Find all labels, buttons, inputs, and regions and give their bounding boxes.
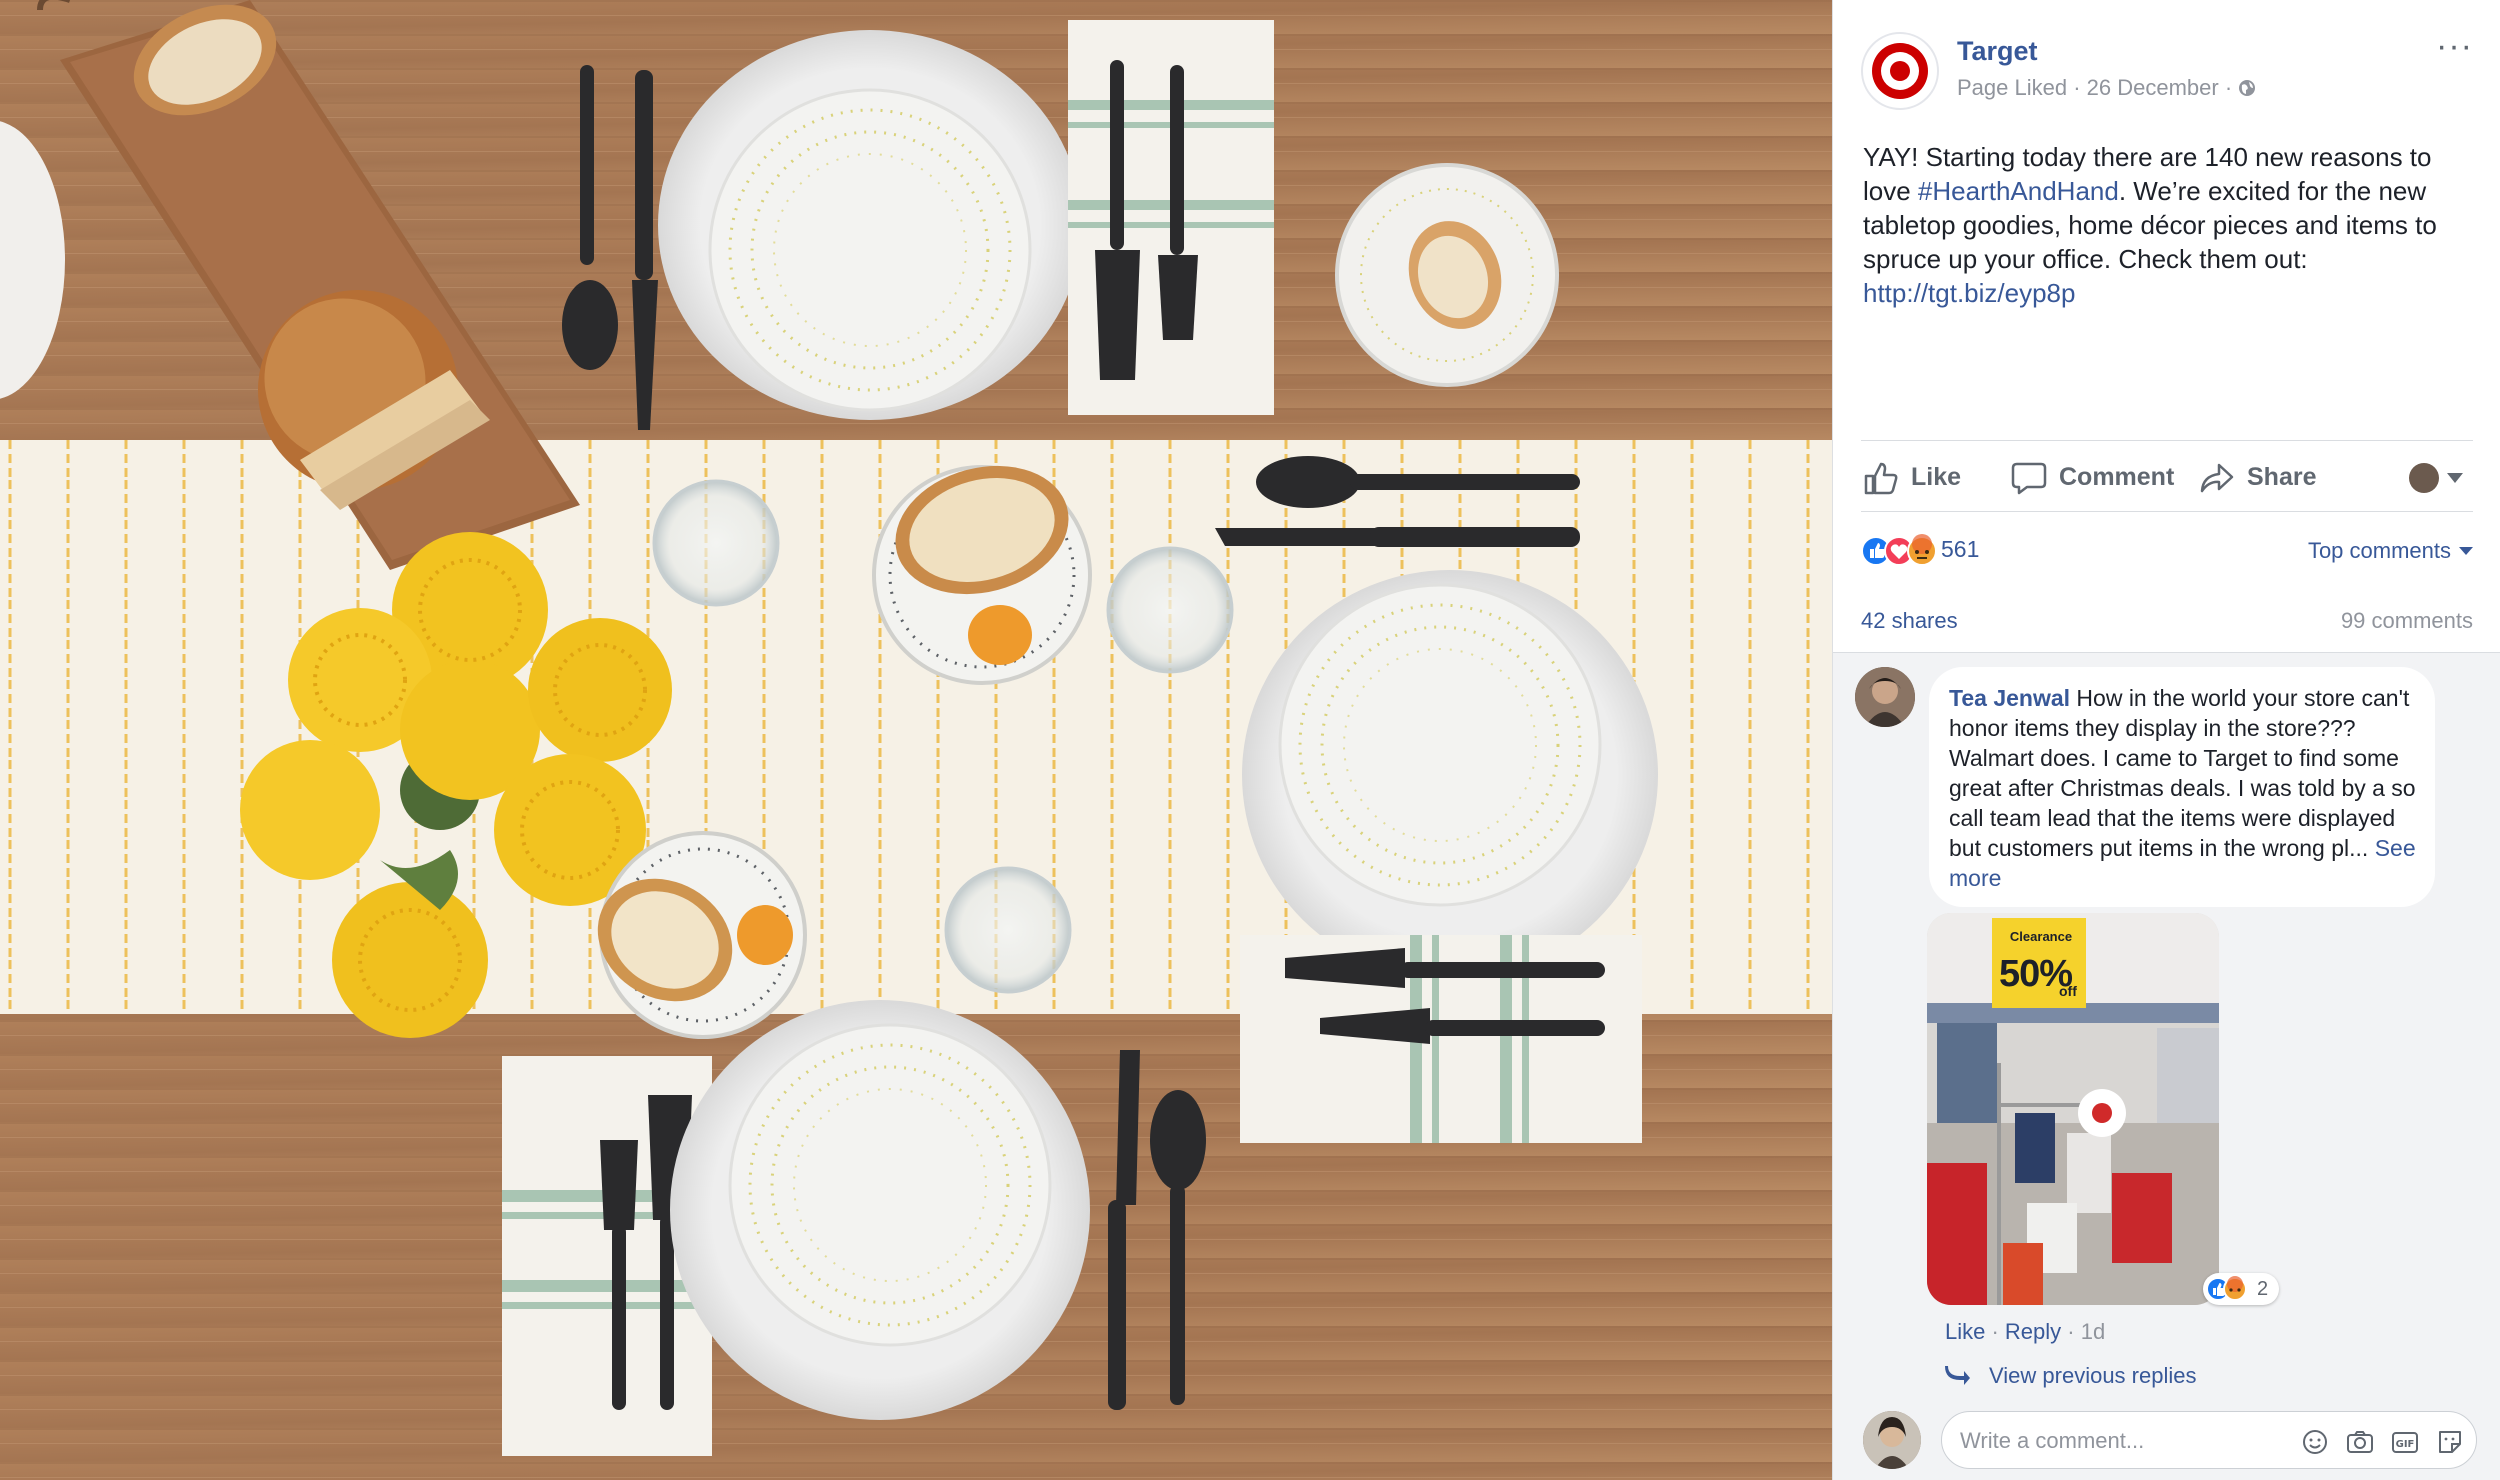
clearance-sign-top: Clearance [2009,929,2073,944]
camera-icon[interactable] [2345,1427,2375,1457]
reactions-row: 561 Top comments [1861,530,2473,570]
avatar [1863,1411,1921,1469]
comment-input-box[interactable]: GIF [1941,1411,2477,1469]
angry-reaction-icon [2223,1276,2247,1301]
reaction-count[interactable]: 561 [1941,536,1979,563]
comment-reaction-count: 2 [2257,1278,2269,1300]
bread-plate-top-right [1335,163,1559,387]
post-text: YAY! Starting today there are 140 new re… [1863,140,2473,310]
comment-attachment-photo[interactable]: Clearance 50% off [1927,913,2219,1305]
plate-set-bottom [670,1000,1090,1420]
post-meta: Page Liked · 26 December · [1957,75,2256,101]
post-side-panel: Target Page Liked · 26 December · ··· YA… [1832,0,2500,1480]
target-logo-icon[interactable] [1861,32,1939,110]
chevron-down-icon [2459,547,2473,555]
comment-input[interactable] [1960,1424,2290,1458]
comment-bubble: Tea Jenwal How in the world your store c… [1929,667,2435,907]
comment-button[interactable]: Comment [2011,459,2201,495]
plate-set-right [1242,570,1658,980]
comment-composer: GIF [1833,1405,2500,1480]
glass-2 [1106,546,1234,674]
comment-text: How in the world your store can't honor … [1949,685,2416,861]
page-name[interactable]: Target [1957,36,2038,67]
reaction-icons[interactable] [1861,534,1941,568]
chevron-down-icon [2447,473,2463,483]
comment-reactions[interactable]: 2 [2203,1273,2279,1305]
comment-author[interactable]: Tea Jenwal [1949,685,2070,711]
gif-icon[interactable]: GIF [2390,1427,2420,1457]
post-photo[interactable] [0,0,1832,1480]
comments-section: Tea Jenwal How in the world your store c… [1833,652,2500,1480]
post-header: Target Page Liked · 26 December · ··· [1861,28,2473,118]
svg-text:GIF: GIF [2396,1439,2415,1450]
angry-reaction-icon [1907,534,1937,566]
plate-set-top [658,30,1082,420]
glass-1 [652,479,780,607]
share-label: Share [2247,463,2317,491]
reply-arrow-icon [1945,1366,1970,1385]
shares-count[interactable]: 42 shares [1861,608,1958,634]
comment-label: Comment [2059,463,2175,491]
like-label: Like [1911,463,1962,491]
post-as-selector[interactable] [2409,461,2471,495]
sticker-icon[interactable] [2435,1427,2465,1457]
globe-icon [2239,80,2256,96]
avatar [2409,463,2439,493]
top-comments-dropdown[interactable]: Top comments [2308,538,2473,564]
comments-count[interactable]: 99 comments [2341,608,2473,634]
hashtag-link[interactable]: #HearthAndHand [1918,176,2119,206]
post-url-link[interactable]: http://tgt.biz/eyp8p [1863,278,2075,308]
avatar[interactable] [1855,667,1915,727]
share-button[interactable]: Share [2199,459,2349,495]
comment-icon [2011,462,2047,495]
more-options-button[interactable]: ··· [2436,29,2473,63]
comment-time[interactable]: 1d [2081,1319,2105,1344]
like-button[interactable]: Like [1863,459,1983,495]
comment-actions: Like · Reply · 1d [1945,1319,2106,1344]
view-replies-label: View previous replies [1989,1363,2197,1388]
post-actions-bar: Like Comment Share [1861,440,2473,512]
comment-reply-link[interactable]: Reply [2005,1319,2061,1344]
share-icon [2200,463,2234,493]
top-comments-label: Top comments [2307,538,2451,563]
post-meta-text: Page Liked · 26 December · [1957,75,2233,100]
glass-3 [944,866,1072,994]
emoji-icon[interactable] [2300,1427,2330,1457]
like-icon [1864,462,1898,495]
stats-row: 42 shares 99 comments [1861,604,2473,638]
comment-like-link[interactable]: Like [1945,1319,1985,1344]
clearance-sign-small: off [2059,983,2077,999]
